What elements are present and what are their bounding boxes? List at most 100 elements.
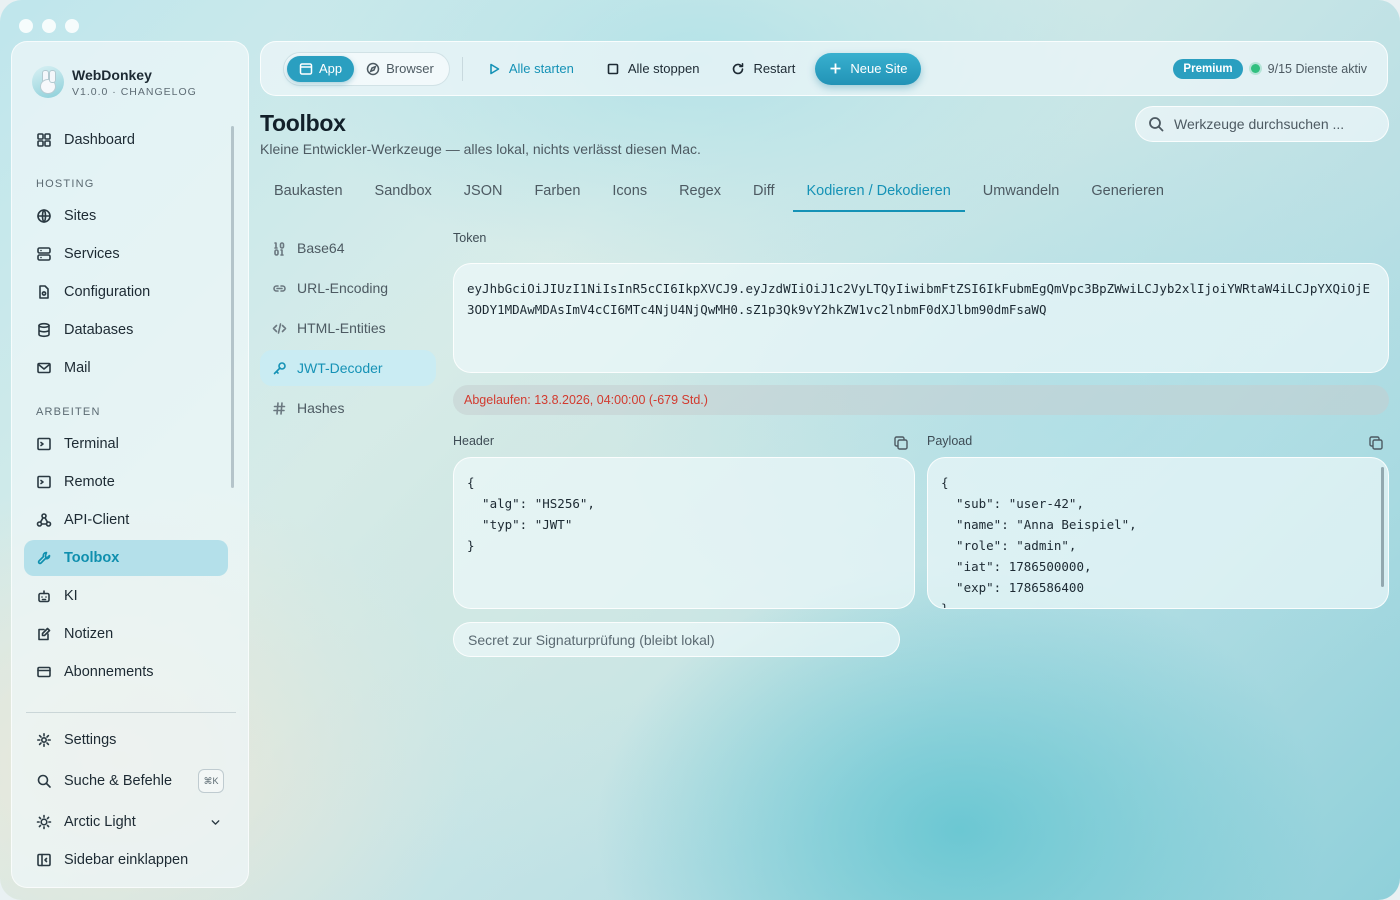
sidebar-item-ki[interactable]: KI (24, 578, 228, 614)
sidebar-item-services[interactable]: Services (24, 236, 228, 272)
stop-all-button[interactable]: Alle stoppen (594, 53, 712, 85)
sidebar-item-label: Settings (64, 732, 117, 748)
encoding-subnav: Base64 URL-Encoding HTML-Entities JWT-De… (260, 230, 436, 430)
sidebar-item-label: Databases (64, 322, 134, 338)
sidebar-item-search-commands[interactable]: Suche & Befehle ⌘K (24, 763, 228, 799)
tool-search-input[interactable] (1174, 116, 1374, 132)
restart-icon (733, 62, 744, 74)
code-icon (272, 322, 287, 334)
header-json-output[interactable]: { "alg": "HS256", "typ": "JWT" } (453, 457, 915, 609)
tab-umwandeln[interactable]: Umwandeln (969, 175, 1074, 212)
mode-browser-label: Browser (386, 61, 434, 76)
server-icon (37, 247, 51, 261)
sidebar-item-databases[interactable]: Databases (24, 312, 228, 348)
mode-app-button[interactable]: App (287, 55, 355, 82)
sidebar-collapse-button[interactable]: Sidebar einklappen (24, 842, 228, 878)
tab-kodieren-dekodieren[interactable]: Kodieren / Dekodieren (792, 175, 966, 212)
tab-json[interactable]: JSON (450, 175, 517, 212)
sidebar-item-notizen[interactable]: Notizen (24, 616, 228, 652)
stop-icon (607, 63, 619, 74)
tab-farben[interactable]: Farben (520, 175, 594, 212)
stop-all-label: Alle stoppen (627, 61, 700, 76)
restart-label: Restart (753, 61, 796, 76)
theme-selector[interactable]: Arctic Light (24, 804, 228, 840)
sidebar-divider (26, 712, 236, 713)
sidebar-item-api-client[interactable]: API-Client (24, 502, 228, 538)
brand[interactable]: WebDonkey V1.0.0 · CHANGELOG (32, 66, 197, 98)
payload-scrollbar[interactable] (1381, 467, 1384, 587)
subnav-item-jwt-decoder[interactable]: JWT-Decoder (260, 350, 436, 386)
minimize-window-button[interactable] (42, 19, 56, 33)
dashboard-icon (37, 133, 51, 147)
sidebar-item-settings[interactable]: Settings (24, 722, 228, 758)
zoom-window-button[interactable] (65, 19, 79, 33)
copy-icon (894, 436, 908, 450)
notes-icon (38, 627, 51, 641)
premium-badge: Premium (1173, 58, 1243, 79)
gear-icon (37, 733, 51, 747)
tab-diff[interactable]: Diff (739, 175, 789, 212)
copy-header-button[interactable] (893, 435, 909, 451)
sidebar-item-dashboard[interactable]: Dashboard (24, 122, 228, 158)
sidebar-item-label: Dashboard (64, 132, 135, 148)
mode-app-label: App (319, 61, 343, 76)
secret-input[interactable] (468, 631, 885, 648)
secret-field (453, 622, 900, 657)
play-icon (490, 63, 500, 74)
donkey-logo-icon (32, 66, 64, 98)
services-status: 9/15 Dienste aktiv (1267, 61, 1367, 76)
sidebar-item-label: Configuration (64, 284, 151, 300)
sidebar-item-remote[interactable]: Remote (24, 464, 228, 500)
token-input[interactable]: eyJhbGciOiJIUzI1NiIsInR5cCI6IkpXVCJ9.eyJ… (453, 263, 1389, 373)
sidebar-item-label: Toolbox (64, 550, 120, 566)
sidebar-item-configuration[interactable]: Configuration (24, 274, 228, 310)
sidebar-item-label: Remote (64, 474, 115, 490)
compass-icon (366, 62, 380, 75)
sidebar-scrollbar[interactable] (231, 126, 234, 488)
tab-regex[interactable]: Regex (665, 175, 735, 212)
sidebar-item-label: API-Client (64, 512, 130, 528)
tab-baukasten[interactable]: Baukasten (260, 175, 357, 212)
theme-name: Arctic Light (64, 814, 136, 830)
sidebar-item-label: Abonnements (64, 664, 154, 680)
new-site-button[interactable]: Neue Site (815, 52, 922, 85)
sidebar-item-mail[interactable]: Mail (24, 350, 228, 386)
mode-browser-button[interactable]: Browser (354, 56, 446, 82)
app-window: WebDonkey V1.0.0 · CHANGELOG Dashboard H… (0, 0, 1400, 900)
app-window-icon (299, 62, 313, 75)
copy-icon (1369, 436, 1383, 450)
version-changelog-link[interactable]: V1.0.0 · CHANGELOG (72, 86, 197, 98)
subnav-item-hashes[interactable]: Hashes (260, 390, 436, 426)
start-all-button[interactable]: Alle starten (475, 53, 586, 85)
toolbar: App Browser Alle starten Alle stoppen Re… (260, 41, 1388, 96)
subnav-label: URL-Encoding (297, 280, 389, 296)
tab-generieren[interactable]: Generieren (1077, 175, 1178, 212)
view-mode-toggle: App Browser (283, 51, 450, 86)
subnav-item-url-encoding[interactable]: URL-Encoding (260, 270, 436, 306)
sun-icon (36, 814, 52, 830)
globe-icon (37, 209, 51, 223)
subnav-item-base64[interactable]: Base64 (260, 230, 436, 266)
search-icon (1149, 117, 1164, 132)
copy-payload-button[interactable] (1368, 435, 1384, 451)
payload-json-output[interactable]: { "sub": "user-42", "name": "Anna Beispi… (927, 457, 1389, 609)
sidebar-item-terminal[interactable]: Terminal (24, 426, 228, 462)
search-icon (37, 774, 51, 788)
api-client-icon (36, 513, 52, 527)
database-icon (38, 322, 50, 338)
sidebar-item-label: Services (64, 246, 120, 262)
token-label: Token (453, 231, 487, 245)
page-title: Toolbox (260, 110, 346, 136)
tab-icons[interactable]: Icons (598, 175, 661, 212)
sidebar-item-sites[interactable]: Sites (24, 198, 228, 234)
sidebar-item-toolbox[interactable]: Toolbox (24, 540, 228, 576)
key-icon (273, 361, 286, 374)
close-window-button[interactable] (19, 19, 33, 33)
sidebar-collapse-icon (37, 853, 51, 867)
sidebar-item-abonnements[interactable]: Abonnements (24, 654, 228, 690)
subnav-item-html-entities[interactable]: HTML-Entities (260, 310, 436, 346)
chevron-down-icon (211, 819, 220, 825)
restart-button[interactable]: Restart (719, 53, 807, 85)
app-name: WebDonkey (72, 66, 152, 83)
tab-sandbox[interactable]: Sandbox (361, 175, 446, 212)
